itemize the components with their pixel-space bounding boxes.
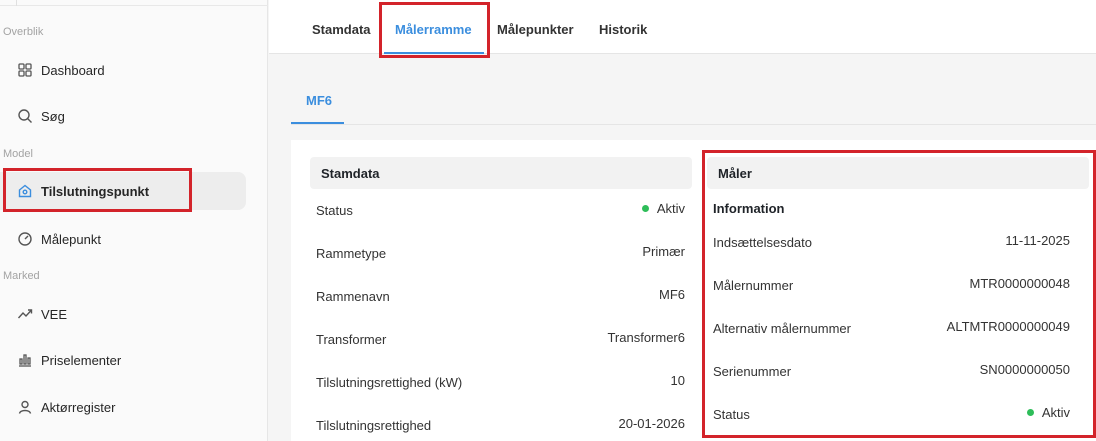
status-dot — [641, 205, 649, 213]
sidebar-item-dashboard[interactable]: Dashboard — [0, 51, 246, 89]
stamdata-value-rammenavn: MF6 — [659, 287, 685, 302]
app-root: Overblik Dashboard Søg Model Tilslutning… — [0, 0, 1096, 441]
sidebar-item-label: Dashboard — [41, 62, 105, 78]
sidebar-item-label: Priselementer — [41, 352, 122, 368]
stamdata-value-tilslutningsrettighed-kw: 10 — [670, 373, 685, 388]
tab-historik[interactable]: Historik — [599, 22, 647, 37]
stamdata-header: Stamdata — [310, 157, 692, 189]
stamdata-value-transformer: Transformer6 — [607, 330, 685, 345]
stamdata-label-status: Status — [316, 203, 353, 218]
stamdata-value-rammetype: Primær — [642, 244, 685, 259]
search-icon — [17, 108, 33, 124]
sidebar-item-label: Aktørregister — [41, 399, 116, 415]
stamdata-label-tilslutningsrettighed: Tilslutningsrettighed — [316, 418, 432, 433]
sidebar-item-maalepunkt[interactable]: Målepunkt — [0, 220, 246, 258]
stamdata-value-tilslutningsrettighed: 20-01-2026 — [618, 416, 686, 431]
sidebar-item-vee[interactable]: VEE — [0, 295, 246, 333]
section-label-model: Model — [3, 148, 33, 160]
sidebar-item-label: Søg — [41, 108, 65, 124]
stamdata-value-status: Aktiv — [641, 201, 685, 216]
stamdata-label-rammetype: Rammetype — [316, 246, 387, 261]
stamdata-label-rammenavn: Rammenavn — [316, 289, 390, 304]
sidebar: Overblik Dashboard Søg Model Tilslutning… — [0, 0, 268, 441]
tab-stamdata[interactable]: Stamdata — [312, 22, 371, 37]
stamdata-label-tilslutningsrettighed-kw: Tilslutningsrettighed (kW) — [316, 375, 463, 390]
sidebar-item-aktoerregister[interactable]: Aktørregister — [0, 388, 246, 426]
status-text: Aktiv — [656, 201, 685, 216]
highlight-box-sidebar — [3, 168, 192, 212]
price-chart-icon — [17, 352, 33, 368]
stamdata-label-transformer: Transformer — [316, 332, 387, 347]
sidebar-item-label: Målepunkt — [41, 231, 101, 247]
subtab-mf6[interactable]: MF6 — [306, 93, 332, 108]
sidebar-topbar — [0, 0, 268, 6]
topbar-divider — [16, 0, 17, 6]
highlight-box-maaler — [702, 150, 1096, 438]
grid-icon — [17, 62, 33, 78]
tab-maalepunkter[interactable]: Målepunkter — [497, 22, 574, 37]
user-icon — [17, 399, 33, 415]
sidebar-item-priselementer[interactable]: Priselementer — [0, 341, 246, 379]
section-label-overblik: Overblik — [3, 26, 44, 38]
trend-icon — [17, 306, 33, 322]
sidebar-item-label: VEE — [41, 306, 68, 322]
main-area: Stamdata Målerramme Målepunkter Historik… — [269, 0, 1096, 441]
sidebar-item-search[interactable]: Søg — [0, 97, 246, 135]
subtab-underline — [291, 122, 344, 124]
subtab-bar: MF6 — [291, 79, 1096, 125]
highlight-box-tab — [379, 2, 490, 58]
gauge-icon — [17, 231, 33, 247]
section-label-marked: Marked — [3, 270, 40, 282]
